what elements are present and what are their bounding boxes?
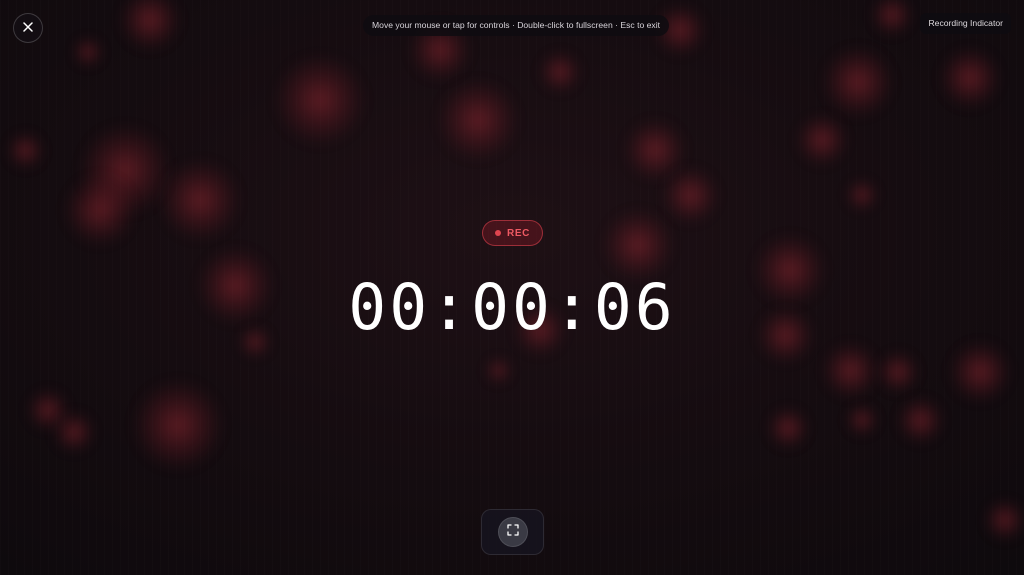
bokeh-blob	[662, 167, 718, 223]
bokeh-blob	[872, 0, 912, 35]
close-button[interactable]	[13, 13, 43, 43]
bokeh-blob	[65, 175, 135, 245]
bokeh-blob	[878, 352, 918, 392]
bokeh-blob	[985, 500, 1024, 540]
recording-screen[interactable]: Move your mouse or tap for controls · Do…	[0, 0, 1024, 575]
bokeh-blob	[438, 80, 518, 160]
page-title: Recording Indicator	[920, 13, 1011, 34]
bokeh-blob	[768, 408, 808, 448]
bokeh-blob	[7, 132, 43, 168]
bokeh-blob	[80, 125, 170, 215]
bokeh-blob	[950, 342, 1010, 402]
bokeh-blob	[28, 390, 68, 430]
bokeh-blob	[822, 342, 878, 398]
close-icon	[23, 19, 33, 37]
elapsed-timer: 00:00:06	[348, 271, 676, 344]
fullscreen-button[interactable]	[497, 517, 528, 547]
bokeh-blob	[797, 115, 847, 165]
bokeh-blob	[133, 380, 223, 470]
controls-hint: Move your mouse or tap for controls · Do…	[363, 15, 669, 36]
bokeh-blob	[275, 55, 365, 145]
controls-bar	[481, 509, 544, 555]
bokeh-blob	[485, 357, 511, 383]
bokeh-blob	[940, 48, 1000, 108]
bokeh-blob	[540, 52, 580, 92]
recording-dot-icon	[495, 230, 502, 236]
fullscreen-icon	[506, 523, 519, 541]
bokeh-blob	[823, 47, 893, 117]
bokeh-blob	[847, 180, 877, 210]
bokeh-blob	[897, 397, 943, 443]
bokeh-blob	[625, 120, 685, 180]
bokeh-blob	[74, 38, 102, 66]
bokeh-blob	[847, 405, 877, 435]
rec-label: REC	[507, 227, 530, 239]
bokeh-blob	[54, 412, 94, 452]
rec-badge: REC	[482, 220, 543, 246]
bokeh-blob	[160, 160, 240, 240]
bokeh-blob	[120, 0, 180, 50]
